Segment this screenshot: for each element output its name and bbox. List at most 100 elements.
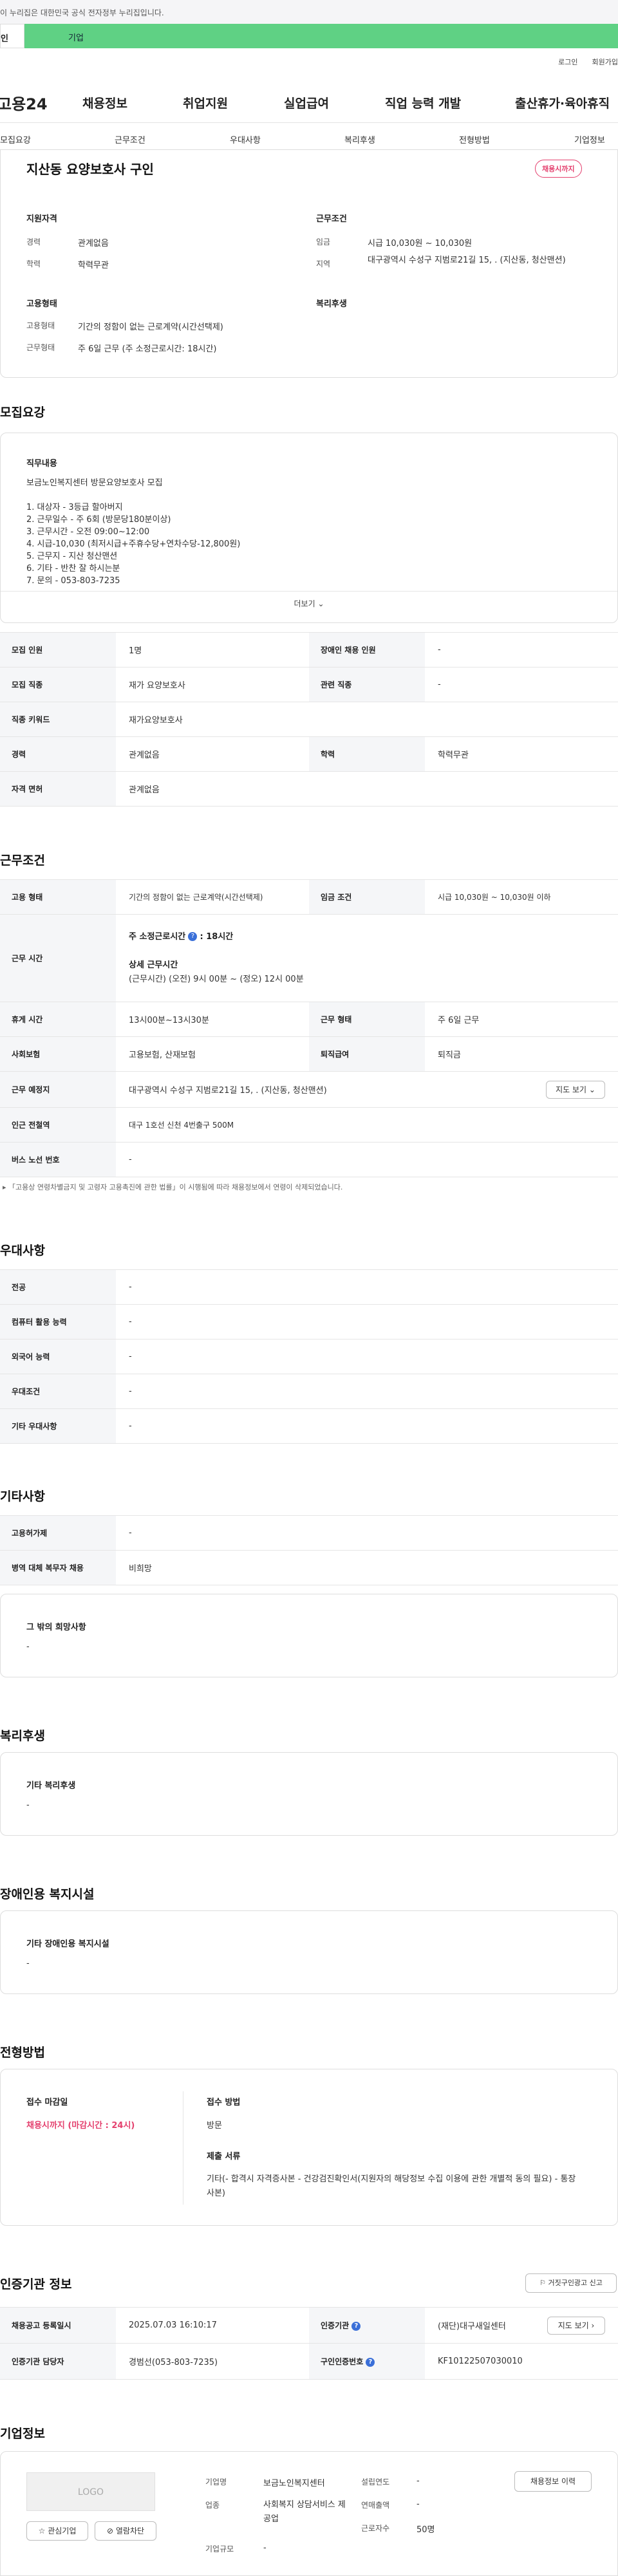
anchor-pref[interactable]: 우대사항 <box>230 133 261 145</box>
company-card: LOGO ☆ 관심기업 ⊘ 열람차단 기업명 보금노인복지센터 업종 사회복지 … <box>0 2451 618 2576</box>
qual-title: 지원자격 <box>26 214 57 224</box>
deadline-title: 접수 마감일 <box>26 2098 68 2107</box>
anchor-welfare[interactable]: 복리후생 <box>344 133 375 145</box>
signup-link[interactable]: 회원가입 <box>592 57 618 67</box>
career-label: 경력 <box>26 238 41 247</box>
company-logo: LOGO <box>26 2472 155 2511</box>
map-button-label: 지도 보기 <box>556 1085 587 1094</box>
welfare-heading: 복리후생 <box>0 1729 45 1743</box>
site-logo[interactable]: 고용24 <box>0 91 75 114</box>
w-form-value: 주 6일 근무 <box>425 1002 618 1037</box>
pref-value: - <box>116 1269 618 1305</box>
w-sev-label: 퇴직급여 <box>309 1036 425 1072</box>
favorite-button[interactable]: ☆ 관심기업 <box>26 2521 88 2541</box>
job-value: 재가 요양보호사 <box>116 667 309 702</box>
region-value: 대구광역시 수성구 지범로21길 15, . (지산동, 청산맨션) <box>368 256 566 265</box>
keyword-label: 직종 키워드 <box>0 702 116 737</box>
r-career-label: 경력 <box>0 736 116 772</box>
job-label: 모집 직종 <box>0 667 116 702</box>
anchor-company[interactable]: 기업정보 <box>574 133 605 145</box>
block-button[interactable]: ⊘ 열람차단 <box>95 2521 156 2541</box>
anchor-recruit[interactable]: 모집요강 <box>0 133 31 145</box>
c-name-label: 기업명 <box>205 2478 227 2487</box>
c-industry-label: 업종 <box>205 2501 220 2510</box>
c-size-label: 기업규모 <box>205 2544 234 2553</box>
tab-personal[interactable]: 인 <box>0 24 24 48</box>
r-edu-value: 학력무관 <box>425 736 618 772</box>
cert-table: 채용공고 등록일시 2025.07.03 16:10:17 인증기관 ? (재단)대구… <box>0 2307 618 2380</box>
pref-label: 컴퓨터 활용 능력 <box>0 1304 116 1339</box>
question-icon[interactable]: ? <box>188 932 198 941</box>
c-year-label: 설립연도 <box>361 2478 390 2487</box>
c-year-value: - <box>417 2476 420 2486</box>
chevron-down-icon: ⌄ <box>317 599 324 608</box>
job-title: 지산동 요양보호사 구인 <box>26 162 154 177</box>
etc-table: 고용허가제 - 병역 대체 복무자 채용 비희망 <box>0 1515 618 1585</box>
more-button[interactable]: 더보기 ⌄ <box>1 598 617 609</box>
flag-icon: ⚐ <box>539 2279 546 2287</box>
pref-value: - <box>116 1408 618 1444</box>
question-icon[interactable]: ? <box>351 2321 361 2331</box>
c-size-value: - <box>263 2543 267 2553</box>
deadline-value: 채용시까지 (마감시간 : 24시) <box>26 2121 135 2131</box>
keyword-value: 재가요양보호사 <box>116 702 618 737</box>
c-sales-label: 연매출액 <box>361 2501 390 2510</box>
gnb-item-training[interactable]: 직업 능력 개발 <box>385 94 461 111</box>
pref-table: 전공 - 컴퓨터 활용 능력 - 외국어 능력 - 우대조건 - 기타 우대사항 - <box>0 1269 618 1444</box>
org-label: 인증기관 <box>321 2321 350 2330</box>
org-value: (재단)대구새일센터 <box>438 2322 506 2331</box>
tab-company[interactable]: 기업 <box>24 24 618 48</box>
deadline-badge: 채용시까지 <box>535 160 582 178</box>
c-industry-value: 사회복지 상담서비스 제공업 <box>263 2500 346 2524</box>
hope-value: - <box>26 1642 30 1652</box>
login-link[interactable]: 로그인 <box>558 57 577 67</box>
anchor-screening[interactable]: 전형방법 <box>459 133 490 145</box>
star-icon: ☆ <box>38 2526 46 2535</box>
disabled-value: - <box>425 632 618 667</box>
docs-title: 제출 서류 <box>207 2152 241 2161</box>
w-bus-value: - <box>116 1142 618 1177</box>
report-button[interactable]: ⚐ 거짓구인광고 신고 <box>525 2273 617 2293</box>
gnb-item-jobs[interactable]: 채용정보 <box>82 94 127 111</box>
cert-map-label: 지도 보기 <box>557 2321 589 2330</box>
w-subway-label: 인근 전철역 <box>0 1107 116 1143</box>
w-time-detail-title: 상세 근무시간 <box>129 960 178 970</box>
report-button-label: 거짓구인광고 신고 <box>548 2279 603 2287</box>
w-time-detail: (근무시간) (오전) 9시 00분 ~ (정오) 12시 00분 <box>129 974 304 984</box>
recruit-table: 모집 인원 1명 장애인 채용 인원 - 모집 직종 재가 요양보호사 관련 직종 - 직종… <box>0 632 618 807</box>
question-icon[interactable]: ? <box>366 2357 375 2367</box>
pref-value: - <box>116 1374 618 1409</box>
anchor-work[interactable]: 근무조건 <box>115 133 145 145</box>
w-bus-label: 버스 노선 번호 <box>0 1142 116 1177</box>
work-table: 고용 형태 기간의 정함이 없는 근로계약(시간선택제) 임금 조건 시급 10,03… <box>0 879 618 1177</box>
wage-value: 시급 10,030원 ~ 10,030원 <box>368 239 473 248</box>
map-button[interactable]: 지도 보기 ⌄ <box>546 1081 605 1099</box>
num-value: KF10122507030010 <box>425 2343 618 2380</box>
rel-label: 관련 직종 <box>309 667 425 702</box>
wage-label: 임금 <box>316 238 331 247</box>
edu-label: 학력 <box>26 259 41 268</box>
w-subway-value: 대구 1호선 신천 4번출구 500M <box>116 1107 618 1143</box>
edu-value: 학력무관 <box>78 261 109 270</box>
gnb-item-support[interactable]: 취업지원 <box>183 94 228 111</box>
etc-label: 고용허가제 <box>0 1515 116 1551</box>
job-desc-text: 보금노인복지센터 방문요양보호사 모집 1. 대상자 - 3등급 할아버지 2.… <box>26 478 241 586</box>
cert-map-button[interactable]: 지도 보기 › <box>547 2317 605 2335</box>
gov-banner-text: 이 누리집은 대한민국 공식 전자정부 누리집입니다. <box>0 8 164 17</box>
w-time-main: 주 소정근로시간 <box>129 931 186 942</box>
gnb-item-unemployment[interactable]: 실업급여 <box>284 94 329 111</box>
block-icon: ⊘ <box>106 2526 114 2535</box>
disabled-heading: 장애인용 복지시설 <box>0 1887 95 1901</box>
history-button[interactable]: 채용정보 이력 <box>514 2471 592 2492</box>
r-edu-label: 학력 <box>309 736 425 772</box>
etc-value: - <box>116 1515 618 1551</box>
gnb-item-leave[interactable]: 출산휴가·육아휴직 <box>515 94 610 111</box>
util-menu: 로그인 회원가입 <box>558 57 618 67</box>
summary-card: 지산동 요양보호사 구인 채용시까지 지원자격 경력 관계없음 학력 학력무관 … <box>0 149 618 378</box>
etc-label: 병역 대체 복무자 채용 <box>0 1550 116 1585</box>
etc-heading: 기타사항 <box>0 1489 45 1504</box>
work-title: 근무조건 <box>316 214 347 224</box>
w-type-value: 기간의 정함이 없는 근로계약(시간선택제) <box>116 879 309 915</box>
count-label: 모집 인원 <box>0 632 116 667</box>
license-label: 자격 면허 <box>0 771 116 807</box>
